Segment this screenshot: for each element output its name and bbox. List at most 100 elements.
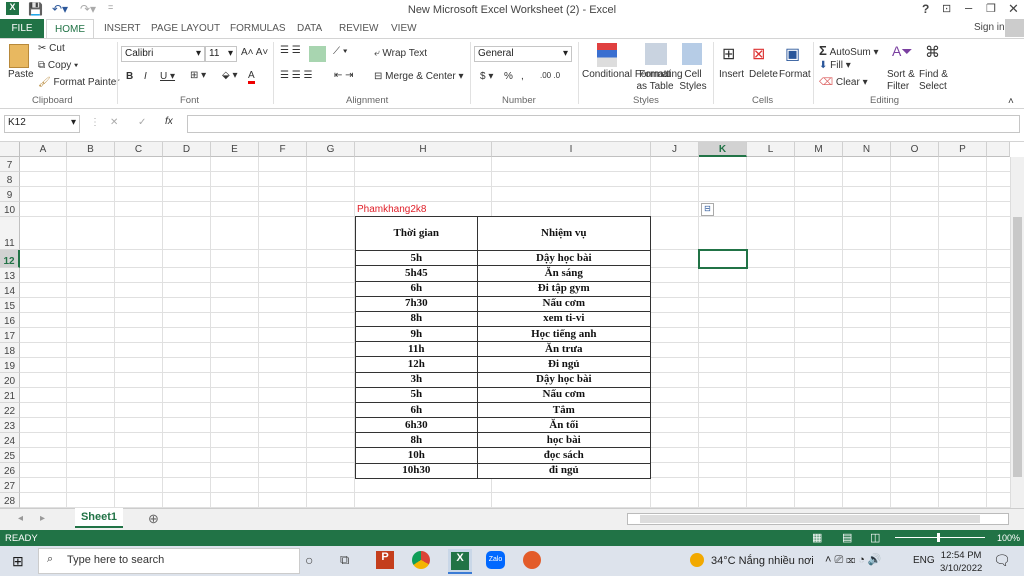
- page-layout-view-icon[interactable]: ▤: [842, 531, 852, 544]
- sheet-tab-sheet1[interactable]: Sheet1: [75, 508, 123, 528]
- clock[interactable]: 12:54 PM 3/10/2022: [940, 549, 982, 575]
- align-buttons[interactable]: ☰ ☰ ☰: [280, 70, 312, 81]
- paste-options-icon[interactable]: ⊟: [701, 203, 714, 216]
- zoom-slider[interactable]: [895, 533, 985, 542]
- column-header-partial[interactable]: [987, 142, 1010, 157]
- horizontal-scrollbar[interactable]: [627, 513, 1009, 525]
- paste-button[interactable]: Paste: [8, 69, 34, 80]
- fill-color-button[interactable]: ⬙ ▾: [222, 70, 238, 81]
- wrap-text-button[interactable]: ⤶ Wrap Text: [374, 48, 427, 59]
- orientation-button[interactable]: ⟋ ▾: [333, 46, 348, 57]
- close-button[interactable]: ✕: [1008, 1, 1019, 17]
- column-header-N[interactable]: N: [843, 142, 891, 157]
- app-icon[interactable]: [523, 551, 541, 569]
- column-header-M[interactable]: M: [795, 142, 843, 157]
- column-header-D[interactable]: D: [163, 142, 211, 157]
- row-header-21[interactable]: 21: [0, 388, 20, 403]
- language-indicator[interactable]: ENG: [913, 555, 935, 566]
- cut-button[interactable]: ✂ Cut: [38, 43, 65, 54]
- sign-in-link[interactable]: Sign in: [974, 22, 1005, 33]
- taskbar-search[interactable]: ⌕ Type here to search: [38, 548, 300, 574]
- chrome-app-icon[interactable]: [412, 551, 430, 569]
- tab-file[interactable]: FILE: [0, 19, 44, 38]
- column-header-I[interactable]: I: [492, 142, 651, 157]
- column-header-H[interactable]: H: [355, 142, 492, 157]
- row-header-17[interactable]: 17: [0, 328, 20, 343]
- format-painter-button[interactable]: 🖌 Format Painter: [38, 77, 120, 88]
- page-break-view-icon[interactable]: ◫: [870, 531, 880, 544]
- row-header-8[interactable]: 8: [0, 172, 20, 187]
- row-header-20[interactable]: 20: [0, 373, 20, 388]
- row-header-7[interactable]: 7: [0, 157, 20, 172]
- indent-buttons[interactable]: ⇤ ⇥: [334, 70, 354, 81]
- column-header-P[interactable]: P: [939, 142, 987, 157]
- column-header-J[interactable]: J: [651, 142, 699, 157]
- row-header-27[interactable]: 27: [0, 478, 20, 493]
- row-header-13[interactable]: 13: [0, 268, 20, 283]
- task-view-icon[interactable]: ⧉: [340, 552, 349, 568]
- column-header-L[interactable]: L: [747, 142, 795, 157]
- row-header-25[interactable]: 25: [0, 448, 20, 463]
- align-bottom-button[interactable]: [309, 46, 326, 62]
- tab-page-layout[interactable]: PAGE LAYOUT: [143, 19, 228, 38]
- zoom-slider-thumb[interactable]: [937, 533, 940, 542]
- restore-button[interactable]: ❐: [986, 2, 996, 15]
- column-header-C[interactable]: C: [115, 142, 163, 157]
- decimal-buttons[interactable]: .00 .0: [540, 71, 560, 80]
- excel-app-icon[interactable]: X: [448, 549, 472, 574]
- autosum-button[interactable]: Σ AutoSum ▾: [819, 43, 879, 58]
- active-cell-K12[interactable]: [698, 249, 748, 269]
- zoom-level[interactable]: 100%: [997, 533, 1020, 543]
- column-header-E[interactable]: E: [211, 142, 259, 157]
- normal-view-icon[interactable]: ▦: [812, 531, 822, 544]
- insert-function-button[interactable]: fx: [165, 116, 173, 127]
- row-header-26[interactable]: 26: [0, 463, 20, 478]
- row-header-18[interactable]: 18: [0, 343, 20, 358]
- help-button[interactable]: ?: [922, 2, 929, 16]
- tab-data[interactable]: DATA: [289, 19, 330, 38]
- currency-button[interactable]: $ ▾: [480, 71, 493, 82]
- row-header-12[interactable]: 12: [0, 250, 20, 268]
- merge-center-button[interactable]: ⊟ Merge & Center ▾: [374, 71, 464, 82]
- column-header-O[interactable]: O: [891, 142, 939, 157]
- h-scroll-thumb[interactable]: [640, 515, 980, 523]
- collapse-ribbon-icon[interactable]: ˄: [1008, 96, 1014, 107]
- font-size-select[interactable]: 11 ▾: [205, 46, 237, 62]
- find-select-button[interactable]: Find & Select: [919, 69, 951, 93]
- row-header-23[interactable]: 23: [0, 418, 20, 433]
- add-sheet-icon[interactable]: ⊕: [148, 511, 159, 527]
- minimize-button[interactable]: –: [965, 0, 972, 15]
- powerpoint-app-icon[interactable]: P: [376, 551, 394, 569]
- format-as-table-button[interactable]: Format as Table: [634, 69, 676, 93]
- cell-styles-button[interactable]: Cell Styles: [677, 69, 709, 93]
- tab-insert[interactable]: INSERT: [96, 19, 149, 38]
- cortana-icon[interactable]: ○: [305, 552, 313, 568]
- tab-formulas[interactable]: FORMULAS: [222, 19, 294, 38]
- notifications-icon[interactable]: 🗨: [993, 552, 1011, 569]
- column-header-F[interactable]: F: [259, 142, 307, 157]
- enter-icon[interactable]: ✓: [138, 117, 146, 128]
- row-header-22[interactable]: 22: [0, 403, 20, 418]
- cancel-icon[interactable]: ✕: [110, 117, 118, 128]
- tab-review[interactable]: REVIEW: [331, 19, 386, 38]
- insert-button[interactable]: Insert: [719, 69, 744, 80]
- tray-icons[interactable]: ˄ ⎚ ⌧ ◔ 🔊: [825, 553, 882, 567]
- fill-button[interactable]: ⬇ Fill ▾: [819, 60, 851, 71]
- zalo-app-icon[interactable]: Zalo: [486, 551, 505, 569]
- sheet-nav-prev-icon[interactable]: ◂: [18, 513, 23, 524]
- vertical-scrollbar[interactable]: [1010, 157, 1024, 508]
- row-header-19[interactable]: 19: [0, 358, 20, 373]
- name-box[interactable]: K12 ▾: [4, 115, 80, 133]
- font-name-select[interactable]: Calibri ▾: [121, 46, 205, 62]
- underline-button[interactable]: U ▾: [160, 71, 175, 82]
- number-format-select[interactable]: General ▾: [474, 46, 572, 62]
- row-header-28[interactable]: 28: [0, 493, 20, 508]
- italic-button[interactable]: I: [144, 71, 147, 82]
- avatar[interactable]: [1005, 19, 1024, 37]
- bold-button[interactable]: B: [126, 71, 133, 82]
- row-header-15[interactable]: 15: [0, 298, 20, 313]
- row-header-14[interactable]: 14: [0, 283, 20, 298]
- font-color-button[interactable]: A: [248, 70, 255, 84]
- clear-button[interactable]: ⌫ Clear ▾: [819, 77, 868, 88]
- column-header-A[interactable]: A: [20, 142, 67, 157]
